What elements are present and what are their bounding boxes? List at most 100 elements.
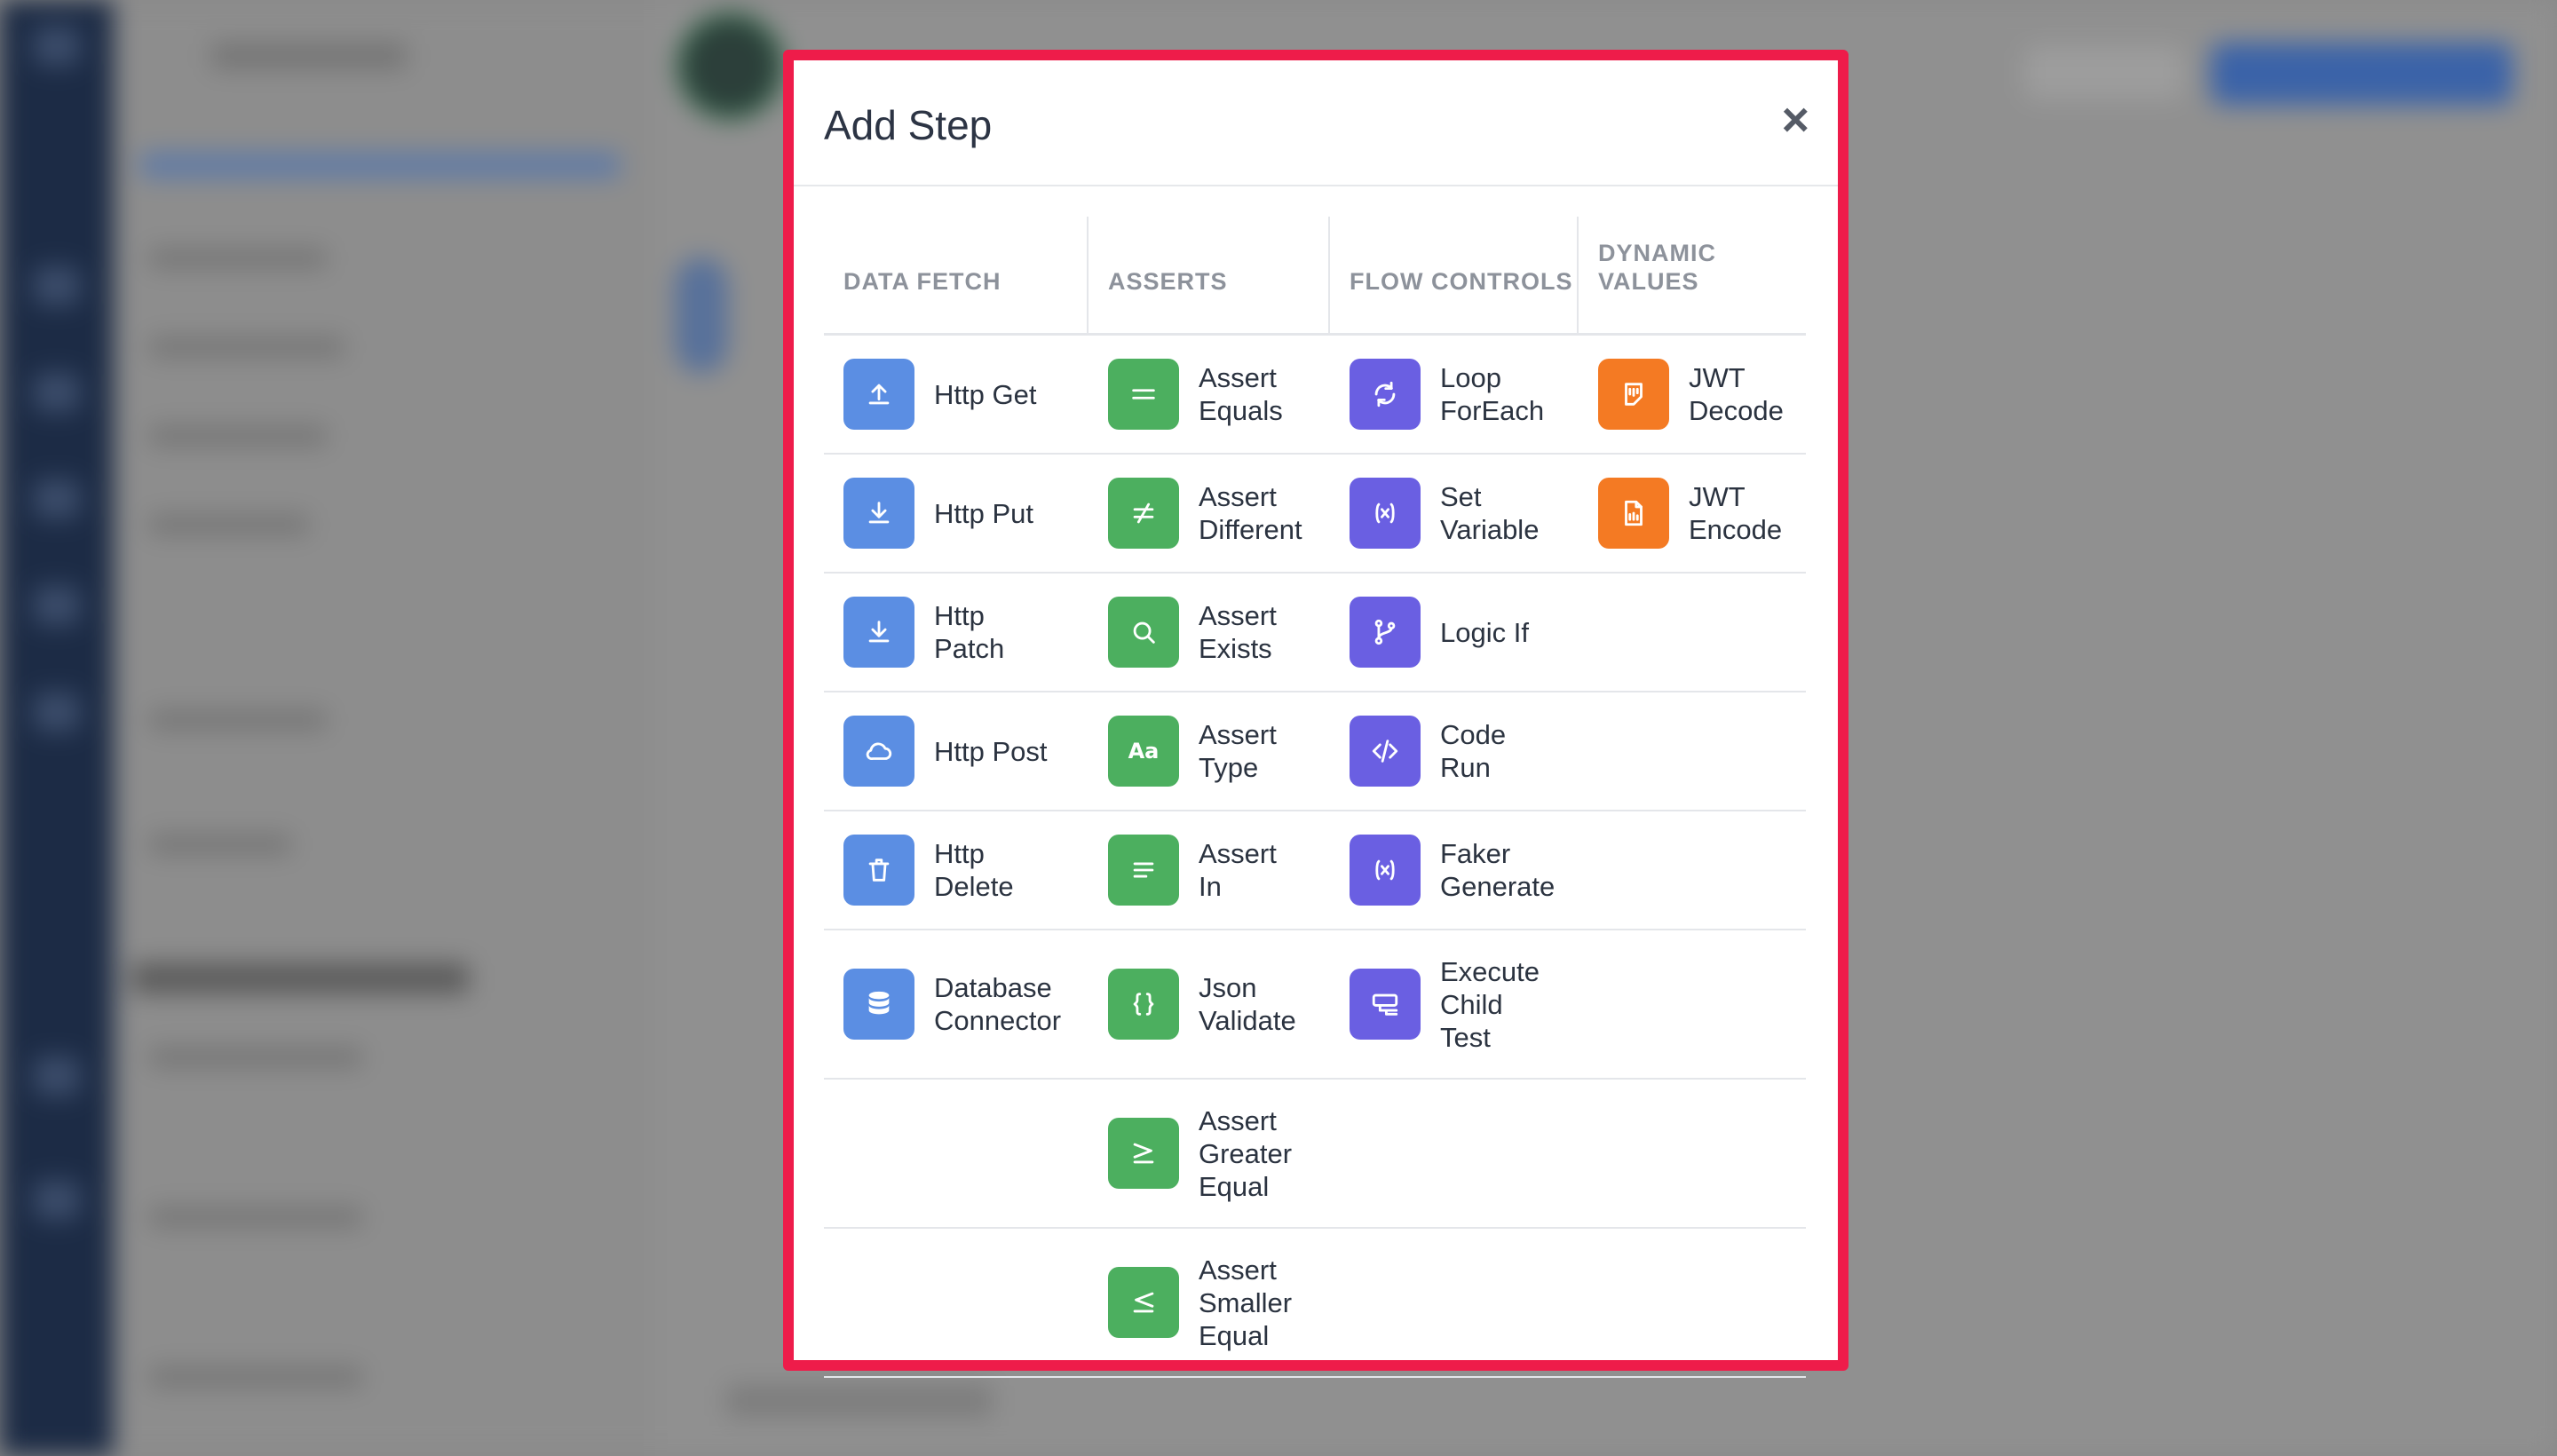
equals-icon [1108,359,1179,430]
background-nav [0,0,114,1456]
step-cell [1579,930,1806,1078]
step-rows: Http Get Assert Equals Loop ForEach JWT Dec… [824,336,1806,1378]
column-header-flow-controls: FLOW CONTROLS [1330,217,1579,333]
branch-icon [1350,597,1421,668]
column-header-asserts: ASSERTS [1089,217,1330,333]
step-cell [1579,811,1806,929]
step-cell [824,1080,1089,1227]
download-icon [843,478,914,549]
step-row: Assert Greater Equal [824,1080,1806,1229]
code-icon [1350,716,1421,787]
step-cell: Assert In [1089,811,1330,929]
child-test-icon [1350,969,1421,1040]
step-row: Http Put Assert Different Set Variable JWT … [824,455,1806,574]
step-row: Http Post Aa Assert Type Code Run [824,692,1806,811]
step-faker-generate[interactable]: Faker Generate [1350,835,1555,906]
step-cell: Http Post [824,692,1089,810]
step-set-variable[interactable]: Set Variable [1350,478,1539,549]
step-http-delete[interactable]: Http Delete [843,835,1014,906]
step-cell: Code Run [1330,692,1579,810]
variable-icon [1350,478,1421,549]
step-cell: Aa Assert Type [1089,692,1330,810]
step-row: Http Delete Assert In Faker Generate [824,811,1806,930]
step-row: Http Patch Assert Exists Logic If [824,574,1806,692]
step-label: Assert Exists [1199,600,1277,664]
step-cell: Assert Greater Equal [1089,1080,1330,1227]
step-jwt-encode[interactable]: JWT Encode [1598,478,1782,549]
step-label: Http Post [934,735,1048,767]
step-cell: Http Put [824,455,1089,572]
step-label: Logic If [1440,616,1529,648]
step-code-run[interactable]: Code Run [1350,716,1506,787]
step-database-connector[interactable]: Database Connector [843,969,1061,1040]
step-cell [1579,692,1806,810]
step-assert-greater-equal[interactable]: Assert Greater Equal [1108,1104,1292,1203]
search-icon [1108,597,1179,668]
step-cell: Faker Generate [1330,811,1579,929]
step-cell: Database Connector [824,930,1089,1078]
step-http-patch[interactable]: Http Patch [843,597,1004,668]
variable-icon [1350,835,1421,906]
jwt-decode-icon [1598,359,1669,430]
step-loop-foreach[interactable]: Loop ForEach [1350,359,1544,430]
step-cell: Assert Different [1089,455,1330,572]
step-label: Loop ForEach [1440,362,1545,426]
database-icon [843,969,914,1040]
braces-icon [1108,969,1179,1040]
step-grid: DATA FETCH ASSERTS FLOW CONTROLS DYNAMIC… [824,217,1806,1378]
step-cell: Set Variable [1330,455,1579,572]
step-assert-type[interactable]: Aa Assert Type [1108,716,1277,787]
list-icon [1108,835,1179,906]
step-cell [1579,574,1806,691]
step-http-put[interactable]: Http Put [843,478,1033,549]
step-assert-smaller-equal[interactable]: Assert Smaller Equal [1108,1254,1292,1352]
step-assert-equals[interactable]: Assert Equals [1108,359,1283,430]
step-http-get[interactable]: Http Get [843,359,1036,430]
column-header-dynamic-values: DYNAMIC VALUES [1598,240,1716,295]
greater-equal-icon [1108,1118,1179,1189]
background-sidebar [114,0,655,1456]
step-assert-different[interactable]: Assert Different [1108,478,1302,549]
step-execute-child-test[interactable]: Execute Child Test [1350,955,1540,1054]
step-row: Database Connector Json Validate Execute C… [824,930,1806,1080]
step-cell: Assert Equals [1089,336,1330,453]
step-cell: JWT Encode [1579,455,1806,572]
step-assert-in[interactable]: Assert In [1108,835,1277,906]
step-label: Http Put [934,497,1033,529]
modal-header: Add Step × [794,60,1838,186]
step-cell: JWT Decode [1579,336,1806,453]
step-json-validate[interactable]: Json Validate [1108,969,1296,1040]
cloud-icon [843,716,914,787]
step-http-post[interactable]: Http Post [843,716,1048,787]
file-icon [1598,478,1669,549]
step-cell: Json Validate [1089,930,1330,1078]
step-cell: Assert Smaller Equal [1089,1229,1330,1376]
close-icon[interactable]: × [1781,96,1809,144]
step-label: Assert Smaller Equal [1199,1254,1293,1351]
step-logic-if[interactable]: Logic If [1350,597,1529,668]
step-label: Database Connector [934,972,1062,1036]
download-icon [843,597,914,668]
step-label: Set Variable [1440,481,1540,545]
step-label: Code Run [1440,719,1507,783]
trash-icon [843,835,914,906]
step-label: Json Validate [1199,972,1296,1036]
refresh-icon [1350,359,1421,430]
step-jwt-decode[interactable]: JWT Decode [1598,359,1784,430]
step-label: Assert Different [1199,481,1302,545]
step-label: Http Delete [934,838,1014,902]
step-cell [824,1229,1089,1376]
not-equal-icon [1108,478,1179,549]
step-label: Assert Greater Equal [1199,1104,1293,1202]
modal-title: Add Step [824,102,993,148]
step-cell: Http Get [824,336,1089,453]
upload-icon [843,359,914,430]
type-icon: Aa [1108,716,1179,787]
step-label: Execute Child Test [1440,955,1540,1053]
step-label: Http Get [934,378,1037,410]
step-assert-exists[interactable]: Assert Exists [1108,597,1277,668]
step-cell [1330,1080,1579,1227]
add-step-modal: Add Step × DATA FETCH ASSERTS FLOW CONTR… [783,50,1848,1378]
column-header-data-fetch: DATA FETCH [824,217,1089,333]
step-cell [1330,1229,1579,1376]
